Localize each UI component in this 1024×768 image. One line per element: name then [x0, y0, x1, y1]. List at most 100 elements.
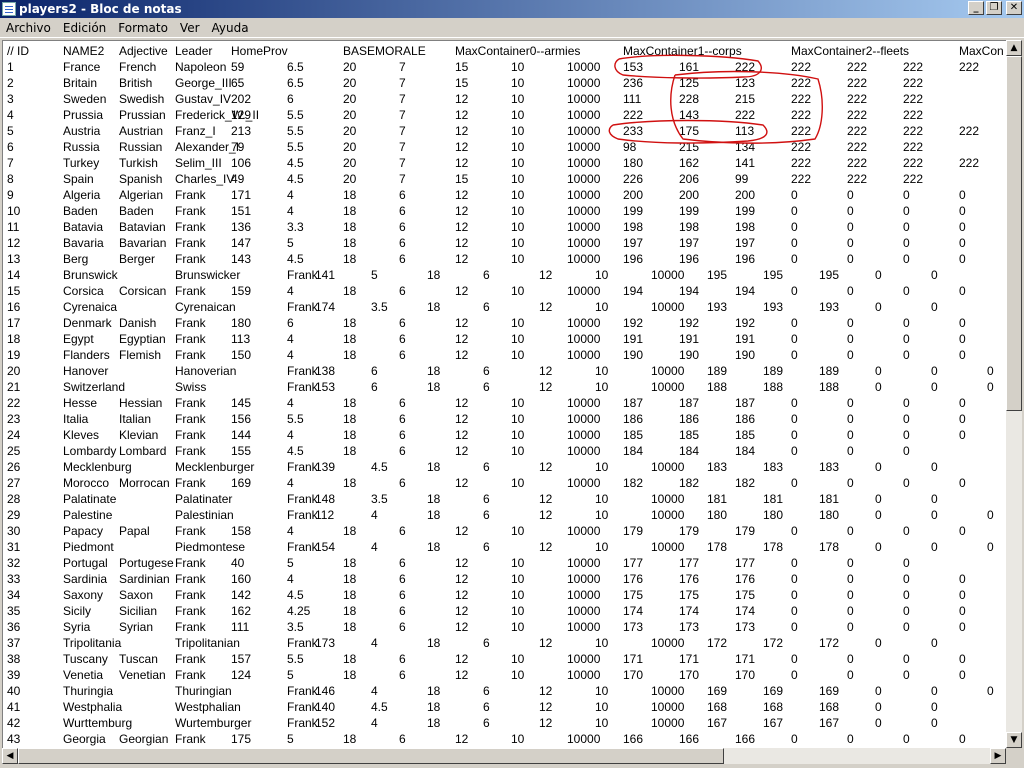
- text-cell: 10000: [651, 380, 685, 394]
- text-cell: Frank: [287, 364, 318, 378]
- text-cell: 10: [511, 524, 525, 538]
- text-cell: 10000: [651, 636, 685, 650]
- text-cell: 18: [343, 444, 357, 458]
- notepad-app-icon[interactable]: [2, 2, 16, 16]
- close-button[interactable]: ✕: [1006, 1, 1022, 15]
- text-cell: 111: [623, 92, 642, 106]
- menu-bar: Archivo Edición Formato Ver Ayuda: [0, 18, 1024, 38]
- text-cell: 6: [483, 492, 490, 506]
- text-cell: 0: [903, 524, 910, 538]
- text-editor-area[interactable]: // ID NAME2 Adjective Leader HomeProv BASEMOR…: [2, 40, 1007, 749]
- vertical-scroll-thumb[interactable]: [1006, 56, 1022, 411]
- horizontal-scroll-thumb[interactable]: [18, 748, 724, 764]
- text-cell: 7: [399, 108, 406, 122]
- text-cell: Russian: [119, 140, 163, 154]
- scroll-right-icon[interactable]: ▶: [990, 748, 1006, 764]
- menu-edicion[interactable]: Edición: [57, 21, 112, 35]
- scroll-up-icon[interactable]: ▲: [1006, 40, 1022, 56]
- text-cell: 10000: [567, 76, 601, 90]
- text-cell: 175: [735, 588, 756, 602]
- text-cell: 222: [847, 156, 868, 170]
- text-cell: 23: [7, 412, 21, 426]
- text-cell: 0: [847, 316, 854, 330]
- text-cell: 0: [959, 652, 966, 666]
- text-cell: 12: [455, 348, 469, 362]
- text-cell: 192: [623, 316, 644, 330]
- text-cell: 146: [315, 684, 336, 698]
- text-cell: 188: [819, 380, 840, 394]
- text-cell: 185: [679, 428, 700, 442]
- menu-archivo[interactable]: Archivo: [0, 21, 57, 35]
- text-cell: 3.5: [371, 300, 388, 314]
- minimize-button[interactable]: _: [968, 1, 984, 15]
- text-cell: Frank: [175, 444, 206, 458]
- scroll-left-icon[interactable]: ◀: [2, 748, 18, 764]
- text-cell: Venetia: [63, 668, 104, 682]
- text-line: 33 Sardinia Sardinian Frank 160 4 18 6 12 10 10000…: [3, 571, 1007, 587]
- text-cell: 0: [903, 620, 910, 634]
- text-cell: 0: [931, 508, 938, 522]
- text-cell: 6: [399, 604, 406, 618]
- text-cell: 18: [343, 588, 357, 602]
- text-cell: 10000: [567, 252, 601, 266]
- text-cell: 16: [7, 300, 21, 314]
- text-cell: 10: [511, 732, 525, 746]
- vertical-scrollbar[interactable]: ▲ ▼: [1006, 40, 1022, 748]
- text-cell: Frank: [175, 428, 206, 442]
- menu-ayuda[interactable]: Ayuda: [206, 21, 255, 35]
- text-cell: 0: [875, 364, 882, 378]
- text-cell: 192: [735, 316, 756, 330]
- text-cell: 10000: [651, 492, 685, 506]
- text-cell: 0: [959, 588, 966, 602]
- text-cell: 200: [679, 188, 700, 202]
- text-cell: 10000: [651, 540, 685, 554]
- text-cell: Egypt: [63, 332, 94, 346]
- text-cell: 20: [343, 124, 357, 138]
- text-cell: 186: [679, 412, 700, 426]
- text-cell: 222: [791, 76, 812, 90]
- text-cell: Klevian: [119, 428, 159, 442]
- text-cell: 169: [231, 476, 252, 490]
- text-cell: 12: [455, 140, 469, 154]
- text-cell: 222: [903, 156, 924, 170]
- text-cell: 169: [819, 684, 840, 698]
- text-cell: 124: [231, 668, 252, 682]
- text-cell: 0: [875, 508, 882, 522]
- menu-ver[interactable]: Ver: [174, 21, 206, 35]
- text-cell: 154: [315, 540, 336, 554]
- text-cell: 6: [483, 380, 490, 394]
- text-cell: 0: [847, 396, 854, 410]
- text-cell: 4: [287, 476, 294, 490]
- text-cell: 222: [903, 76, 924, 90]
- horizontal-scrollbar[interactable]: ◀ ▶: [2, 748, 1006, 764]
- text-cell: 18: [427, 300, 441, 314]
- text-cell: 79: [231, 140, 245, 154]
- text-cell: 10: [511, 124, 525, 138]
- text-cell: 7: [399, 92, 406, 106]
- text-cell: Selim_III: [175, 156, 222, 170]
- text-cell: 0: [791, 396, 798, 410]
- text-cell: 180: [763, 508, 784, 522]
- text-cell: Frank: [175, 556, 206, 570]
- text-cell: 20: [343, 92, 357, 106]
- text-cell: 195: [707, 268, 728, 282]
- menu-formato[interactable]: Formato: [112, 21, 174, 35]
- scroll-down-icon[interactable]: ▼: [1006, 732, 1022, 748]
- text-cell: 222: [791, 60, 812, 74]
- text-cell: 15: [7, 284, 21, 298]
- text-cell: 175: [679, 124, 700, 138]
- text-cell: 199: [735, 204, 756, 218]
- text-cell: 10000: [567, 588, 601, 602]
- text-cell: Russia: [63, 140, 100, 154]
- title-bar[interactable]: players2 - Bloc de notas _ ❐ ✕: [0, 0, 1024, 18]
- text-cell: 12: [539, 300, 553, 314]
- text-cell: 195: [819, 268, 840, 282]
- text-cell: 1: [7, 60, 14, 74]
- text-cell: 18: [343, 732, 357, 746]
- text-cell: 10: [511, 76, 525, 90]
- text-cell: 12: [455, 428, 469, 442]
- text-line: 41 Westphalia Westphalian Frank 140 4.5 18 6 12 1…: [3, 699, 1007, 715]
- text-cell: 176: [623, 572, 644, 586]
- text-cell: 153: [623, 60, 644, 74]
- maximize-button[interactable]: ❐: [986, 1, 1002, 15]
